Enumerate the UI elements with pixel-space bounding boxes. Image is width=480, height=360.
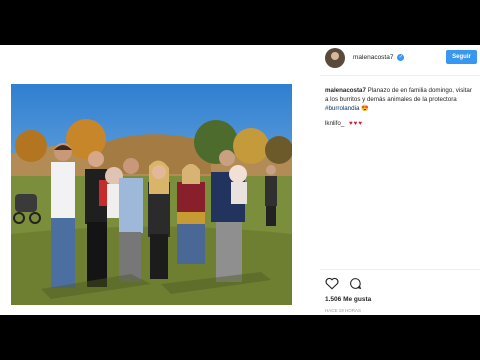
comment-hearts: ♥♥♥ xyxy=(349,120,364,127)
post-header: malenacosta7 ✓ Seguir xyxy=(320,45,480,71)
follow-button[interactable]: Seguir xyxy=(446,50,477,64)
comment-icon[interactable] xyxy=(349,277,362,290)
avatar[interactable] xyxy=(325,48,345,68)
comment: lknlifo_ ♥♥♥ xyxy=(325,120,363,127)
likes-count[interactable]: 1.506 Me gusta xyxy=(325,296,371,303)
username-link[interactable]: malenacosta7 ✓ xyxy=(353,54,405,61)
actions-divider xyxy=(320,269,480,270)
action-bar xyxy=(325,277,368,295)
heart-icon[interactable] xyxy=(325,277,339,290)
instagram-post-embed: malenacosta7 ✓ Seguir malenacosta7 Plana… xyxy=(0,45,480,315)
caption-username[interactable]: malenacosta7 xyxy=(325,87,366,94)
verified-badge-icon: ✓ xyxy=(397,54,405,61)
family-group-photo xyxy=(11,84,292,305)
header-divider xyxy=(320,75,480,76)
caption-hashtag[interactable]: #burrolandia xyxy=(325,105,359,112)
caption-emoji: 😍 xyxy=(361,105,369,112)
post-photo[interactable] xyxy=(11,84,292,305)
post-date: HACE 19 HORAS xyxy=(325,308,362,313)
caption: malenacosta7 Planazo de en familia domin… xyxy=(325,86,477,113)
comment-username[interactable]: lknlifo_ xyxy=(325,120,344,127)
post-sidebar: malenacosta7 ✓ Seguir malenacosta7 Plana… xyxy=(320,45,480,315)
username[interactable]: malenacosta7 xyxy=(353,54,393,61)
